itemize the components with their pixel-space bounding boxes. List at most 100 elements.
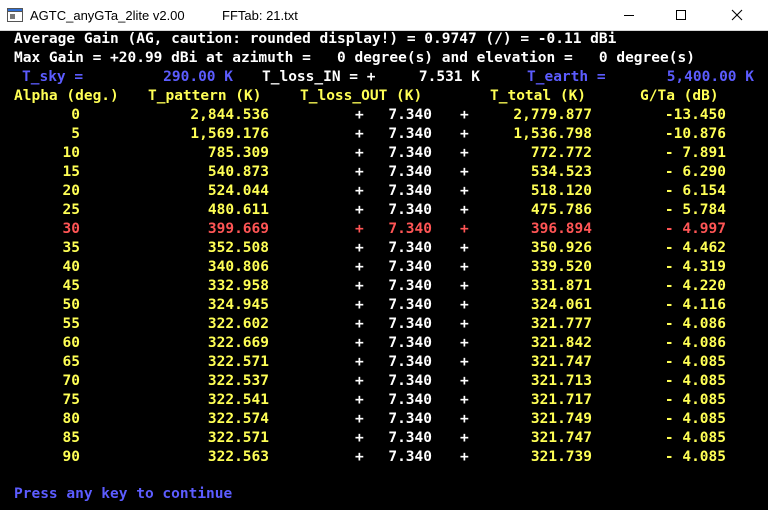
max-gain-line: Max Gain = +20.99 dBi at azimuth = 0 deg… xyxy=(14,50,695,66)
t-pattern-cell: 322.571 xyxy=(207,430,269,446)
plus-sign-loss: + xyxy=(355,202,364,218)
app-title: AGTC_anyGTa_2lite v2.00 xyxy=(30,8,185,23)
minimize-icon xyxy=(624,15,634,16)
t-total-cell: 331.871 xyxy=(530,278,592,294)
t-earth-value: 5,400.00 K xyxy=(666,69,754,85)
g-ta-cell: - 6.154 xyxy=(664,183,726,199)
alpha-cell: 35 xyxy=(62,240,80,256)
alpha-cell: 85 xyxy=(62,430,80,446)
plus-sign-loss: + xyxy=(355,316,364,332)
alpha-cell: 5 xyxy=(71,126,80,142)
plus-sign-loss: + xyxy=(355,373,364,389)
t-loss-out-cell: 7.340 xyxy=(388,449,432,465)
minimize-button[interactable] xyxy=(606,0,652,30)
plus-sign-total: + xyxy=(460,411,469,427)
plus-sign-total: + xyxy=(460,126,469,142)
continue-prompt: Press any key to continue xyxy=(14,486,233,502)
t-total-cell: 321.842 xyxy=(530,335,592,351)
t-total-cell: 321.777 xyxy=(530,316,592,332)
t-loss-out-cell: 7.340 xyxy=(388,430,432,446)
plus-sign-loss: + xyxy=(355,335,364,351)
t-total-cell: 321.739 xyxy=(530,449,592,465)
alpha-cell: 50 xyxy=(62,297,80,313)
t-pattern-cell: 322.563 xyxy=(207,449,269,465)
t-total-cell: 324.061 xyxy=(530,297,592,313)
t-loss-out-cell: 7.340 xyxy=(388,183,432,199)
plus-sign-total: + xyxy=(460,278,469,294)
plus-sign-total: + xyxy=(460,449,469,465)
plus-sign-total: + xyxy=(460,240,469,256)
t-loss-in-value: 7.531 K xyxy=(418,69,480,85)
t-earth-label: T_earth = xyxy=(527,69,606,85)
plus-sign-total: + xyxy=(460,221,469,237)
plus-sign-loss: + xyxy=(355,221,364,237)
plus-sign-loss: + xyxy=(355,183,364,199)
t-loss-out-cell: 7.340 xyxy=(388,373,432,389)
plus-sign-loss: + xyxy=(355,126,364,142)
close-button[interactable] xyxy=(714,0,760,30)
t-total-cell: 321.749 xyxy=(530,411,592,427)
t-pattern-cell: 322.574 xyxy=(207,411,269,427)
t-total-cell: 475.786 xyxy=(530,202,592,218)
t-pattern-cell: 399.669 xyxy=(207,221,269,237)
plus-sign-total: + xyxy=(460,392,469,408)
t-pattern-cell: 322.571 xyxy=(207,354,269,370)
t-pattern-cell: 352.508 xyxy=(207,240,269,256)
plus-sign-total: + xyxy=(460,354,469,370)
close-icon xyxy=(731,9,743,21)
title-bar[interactable]: AGTC_anyGTa_2lite v2.00 FFTab: 21.txt xyxy=(0,0,768,31)
t-loss-out-cell: 7.340 xyxy=(388,126,432,142)
t-loss-out-cell: 7.340 xyxy=(388,164,432,180)
t-loss-out-cell: 7.340 xyxy=(388,107,432,123)
plus-sign-loss: + xyxy=(355,354,364,370)
t-total-cell: 321.747 xyxy=(530,430,592,446)
t-sky-label: T_sky = xyxy=(22,69,84,85)
g-ta-cell: - 4.085 xyxy=(664,373,726,389)
t-pattern-cell: 480.611 xyxy=(207,202,269,218)
maximize-button[interactable] xyxy=(658,0,704,30)
t-pattern-cell: 2,844.536 xyxy=(190,107,269,123)
alpha-cell: 10 xyxy=(62,145,80,161)
t-loss-out-cell: 7.340 xyxy=(388,354,432,370)
g-ta-cell: - 4.319 xyxy=(664,259,726,275)
g-ta-cell: - 6.290 xyxy=(664,164,726,180)
plus-sign-loss: + xyxy=(355,278,364,294)
t-loss-out-cell: 7.340 xyxy=(388,335,432,351)
plus-sign-total: + xyxy=(460,259,469,275)
alpha-cell: 0 xyxy=(71,107,80,123)
document-title: FFTab: 21.txt xyxy=(222,8,298,23)
header-t-loss-out: T_loss_OUT (K) xyxy=(300,88,423,104)
plus-sign-loss: + xyxy=(355,411,364,427)
plus-sign-total: + xyxy=(460,164,469,180)
plus-sign-loss: + xyxy=(355,240,364,256)
average-gain-line: Average Gain (AG, caution: rounded displ… xyxy=(14,31,617,47)
plus-sign-total: + xyxy=(460,145,469,161)
t-pattern-cell: 324.945 xyxy=(207,297,269,313)
t-loss-out-cell: 7.340 xyxy=(388,297,432,313)
g-ta-cell: - 4.116 xyxy=(664,297,726,313)
plus-sign-loss: + xyxy=(355,164,364,180)
t-pattern-cell: 332.958 xyxy=(207,278,269,294)
header-t-total: T_total (K) xyxy=(490,88,587,104)
t-pattern-cell: 540.873 xyxy=(207,164,269,180)
g-ta-cell: -13.450 xyxy=(664,107,726,123)
t-loss-out-cell: 7.340 xyxy=(388,411,432,427)
console-output[interactable]: Average Gain (AG, caution: rounded displ… xyxy=(0,31,768,510)
plus-sign-total: + xyxy=(460,107,469,123)
plus-sign-loss: + xyxy=(355,297,364,313)
plus-sign-loss: + xyxy=(355,449,364,465)
t-pattern-cell: 322.541 xyxy=(207,392,269,408)
alpha-cell: 55 xyxy=(62,316,80,332)
alpha-cell: 25 xyxy=(62,202,80,218)
console-window: AGTC_anyGTa_2lite v2.00 FFTab: 21.txt Av… xyxy=(0,0,768,510)
t-total-cell: 534.523 xyxy=(530,164,592,180)
g-ta-cell: - 4.997 xyxy=(664,221,726,237)
t-total-cell: 2,779.877 xyxy=(513,107,592,123)
alpha-cell: 40 xyxy=(62,259,80,275)
g-ta-cell: - 4.086 xyxy=(664,335,726,351)
t-loss-out-cell: 7.340 xyxy=(388,392,432,408)
alpha-cell: 20 xyxy=(62,183,80,199)
g-ta-cell: - 4.085 xyxy=(664,430,726,446)
t-loss-out-cell: 7.340 xyxy=(388,259,432,275)
t-total-cell: 396.894 xyxy=(530,221,592,237)
